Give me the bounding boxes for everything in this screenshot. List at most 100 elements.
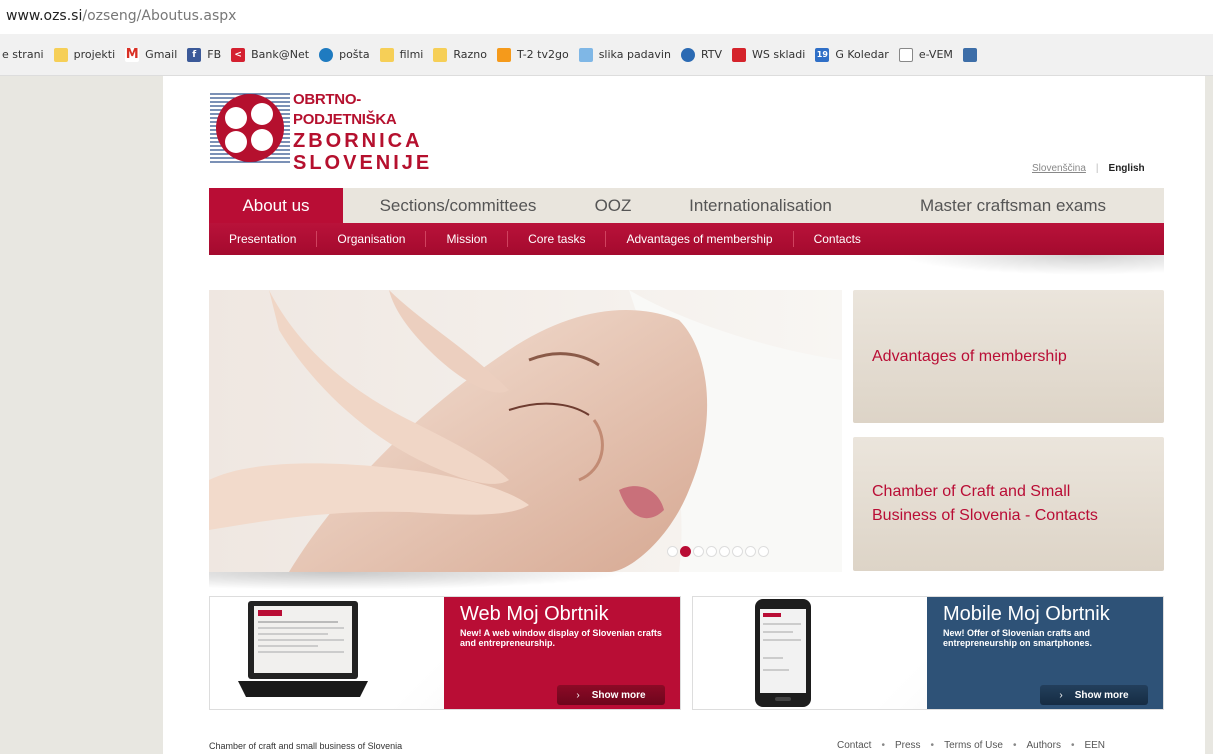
rtv-icon — [680, 47, 695, 62]
footer-separator: • — [881, 740, 885, 751]
slide-dot-active[interactable] — [680, 546, 691, 557]
footer-link-press[interactable]: Press — [895, 740, 921, 751]
slide-dot[interactable] — [758, 546, 769, 557]
web-moj-obrtnik-title: Web Moj Obrtnik — [460, 603, 609, 625]
bookmark-label: filmi — [399, 48, 424, 61]
logo-line-2: ZBORNICA — [293, 130, 423, 152]
footer-separator: • — [930, 740, 935, 751]
contacts-box[interactable]: Chamber of Craft and Small Business of S… — [853, 437, 1164, 571]
web-show-more-button[interactable]: › Show more — [557, 685, 665, 705]
bookmark-fb[interactable]: f FB — [187, 47, 222, 62]
nav-shadow — [900, 255, 1164, 275]
language-english-link[interactable]: English — [1109, 163, 1145, 174]
bookmark-gmail[interactable]: M Gmail — [125, 47, 177, 62]
gmail-icon: M — [125, 47, 140, 62]
slide-dot[interactable] — [667, 546, 678, 557]
nav-master-craftsman-exams[interactable]: Master craftsman exams — [868, 188, 1158, 223]
subnav-advantages[interactable]: Advantages of membership — [606, 231, 794, 247]
bookmark-e-vem[interactable]: e-VEM — [898, 47, 953, 62]
right-margin — [1205, 76, 1213, 754]
contacts-box-label: Chamber of Craft and Small Business of S… — [872, 483, 1098, 524]
bookmark-label: RTV — [700, 48, 723, 61]
subnav-core-tasks[interactable]: Core tasks — [508, 231, 607, 247]
slide-dot[interactable] — [693, 546, 704, 557]
language-slovenian-link[interactable]: Slovenščina — [1032, 163, 1086, 174]
mobile-moj-obrtnik-description: New! Offer of Slovenian crafts and entre… — [943, 628, 1093, 648]
bookmark-filmi[interactable]: filmi — [379, 47, 424, 62]
footer-separator: • — [1070, 740, 1075, 751]
slide-dot[interactable] — [732, 546, 743, 557]
hero-slideshow[interactable] — [209, 290, 842, 572]
footer-organisation: Chamber of craft and small business of S… — [209, 741, 403, 751]
bookmark-banknet[interactable]: < Bank@Net — [231, 47, 310, 62]
advantages-box-label: Advantages of membership — [872, 347, 1067, 365]
chevron-right-icon: › — [1059, 689, 1063, 701]
language-separator: | — [1095, 163, 1099, 174]
bookmark-g-koledar[interactable]: 19 G Koledar — [815, 47, 889, 62]
bookmark-e-strani[interactable]: e strani — [2, 48, 44, 61]
mobile-show-more-button[interactable]: › Show more — [1040, 685, 1148, 705]
url-text[interactable]: www.ozs.si/ozseng/Aboutus.aspx — [6, 8, 236, 24]
subnav-contacts[interactable]: Contacts — [794, 231, 881, 247]
posta-icon — [319, 47, 334, 62]
bookmark-label: pošta — [339, 48, 370, 61]
bookmark-label: slika padavin — [598, 48, 671, 61]
bank-icon: < — [231, 47, 246, 62]
bookmark-slika-padavin[interactable]: slika padavin — [578, 47, 671, 62]
bookmark-label: e strani — [2, 48, 44, 61]
address-bar[interactable]: www.ozs.si/ozseng/Aboutus.aspx — [0, 0, 1213, 34]
footer-links: Contact • Press • Terms of Use • Authors… — [837, 740, 1105, 751]
nav-sections-committees[interactable]: Sections/committees — [343, 188, 573, 223]
logo-mark-icon — [210, 93, 290, 163]
bookmark-label: WS skladi — [752, 48, 806, 61]
bookmark-razno[interactable]: Razno — [433, 47, 487, 62]
ws-icon — [732, 47, 747, 62]
footer-link-terms[interactable]: Terms of Use — [944, 740, 1003, 751]
footer-link-contact[interactable]: Contact — [837, 740, 871, 751]
logo-line-3: SLOVENIJE — [293, 152, 433, 174]
bookmark-label: Bank@Net — [251, 48, 310, 61]
bookmark-label: FB — [207, 48, 222, 61]
subnav-mission[interactable]: Mission — [426, 231, 509, 247]
nav-ooz[interactable]: OOZ — [573, 188, 653, 223]
mobile-moj-obrtnik-panel: Mobile Moj Obrtnik New! Offer of Sloveni… — [927, 597, 1163, 709]
slide-dot[interactable] — [745, 546, 756, 557]
rain-icon — [578, 47, 593, 62]
slide-dot[interactable] — [706, 546, 717, 557]
nav-internationalisation[interactable]: Internationalisation — [653, 188, 868, 223]
mobile-moj-obrtnik-title: Mobile Moj Obrtnik — [943, 603, 1110, 625]
bookmark-rtv[interactable]: RTV — [680, 47, 723, 62]
bookmark-projekti[interactable]: projekti — [53, 47, 115, 62]
folder-icon — [433, 47, 448, 62]
web-moj-obrtnik-panel: Web Moj Obrtnik New! A web window displa… — [444, 597, 680, 709]
footer-link-een[interactable]: EEN — [1084, 740, 1105, 751]
facebook-icon: f — [187, 47, 202, 62]
footer-link-authors[interactable]: Authors — [1026, 740, 1060, 751]
mobile-moj-obrtnik-banner[interactable]: Mobile Moj Obrtnik New! Offer of Sloveni… — [692, 596, 1164, 710]
advantages-box[interactable]: Advantages of membership — [853, 290, 1164, 423]
bookmark-overflow-icon — [962, 47, 977, 62]
laptop-icon — [238, 601, 368, 697]
logo-wordmark: OBRTNO-PODJETNIŠKA ZBORNICA SLOVENIJE — [293, 90, 450, 174]
footer-separator: • — [1012, 740, 1017, 751]
language-switcher: Slovenščina | English — [1032, 163, 1145, 174]
show-more-label: Show more — [1074, 689, 1129, 701]
show-more-label: Show more — [591, 689, 646, 701]
calendar-icon: 19 — [815, 47, 830, 62]
bookmark-posta[interactable]: pošta — [319, 47, 370, 62]
sub-navigation: Presentation Organisation Mission Core t… — [209, 223, 1164, 255]
folder-icon — [53, 47, 68, 62]
subnav-organisation[interactable]: Organisation — [317, 231, 427, 247]
nav-about-us[interactable]: About us — [209, 188, 343, 223]
site-logo[interactable]: OBRTNO-PODJETNIŠKA ZBORNICA SLOVENIJE — [210, 88, 450, 174]
url-path: /ozseng/Aboutus.aspx — [82, 8, 237, 24]
bookmark-t2[interactable]: T-2 tv2go — [496, 47, 569, 62]
slideshow-dots — [667, 546, 771, 557]
subnav-presentation[interactable]: Presentation — [209, 231, 318, 247]
bookmark-overflow[interactable] — [962, 47, 983, 62]
web-moj-obrtnik-banner[interactable]: Web Moj Obrtnik New! A web window displa… — [209, 596, 681, 710]
web-moj-obrtnik-description: New! A web window display of Slovenian c… — [460, 628, 662, 648]
bookmark-ws-skladi[interactable]: WS skladi — [732, 47, 806, 62]
main-navigation: About us Sections/committees OOZ Interna… — [209, 188, 1164, 223]
slide-dot[interactable] — [719, 546, 730, 557]
